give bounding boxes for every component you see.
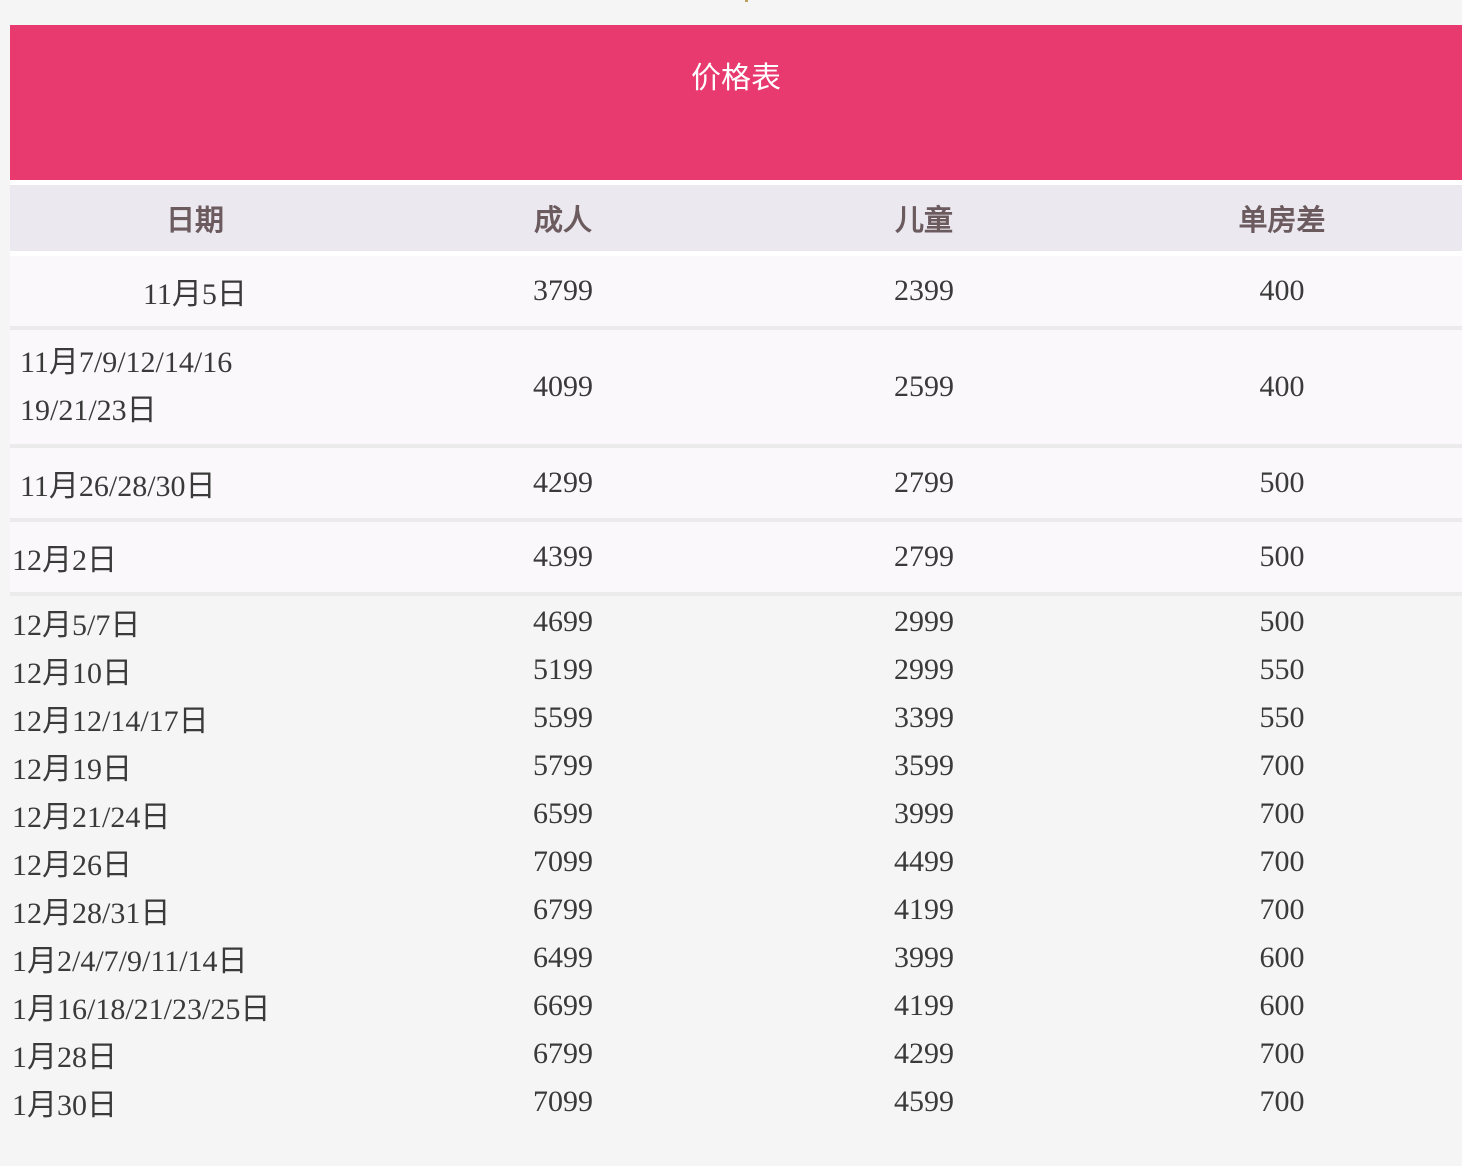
- table-row: 1月16/18/21/23/25日 6699 4199 600: [10, 982, 1462, 1030]
- date-cell: 1月2/4/7/9/11/14日: [12, 945, 248, 978]
- adult-price: 6599: [533, 797, 593, 830]
- date-line: 19/21/23日: [20, 394, 157, 427]
- table-row: 12月2日 4399 2799 500: [10, 522, 1462, 592]
- child-price: 3599: [894, 749, 954, 782]
- child-price: 3999: [894, 797, 954, 830]
- child-price: 2799: [894, 540, 954, 573]
- table-row: 1月30日 7099 4599 700: [10, 1078, 1462, 1126]
- adult-price: 6799: [533, 1037, 593, 1070]
- date-cell: 11月26/28/30日: [20, 470, 216, 503]
- single-supplement: 600: [1259, 941, 1305, 974]
- price-table-page: 价格表 日期 成人 儿童 单房差 11月5日 3799 2399 400 11月…: [10, 0, 1462, 1166]
- date-cell: 12月21/24日: [12, 801, 171, 834]
- date-cell: 12月26日: [12, 849, 132, 882]
- date-cell: 12月5/7日: [12, 609, 141, 642]
- child-price: 4499: [894, 845, 954, 878]
- adult-price: 6699: [533, 989, 593, 1022]
- header-single-supplement: 单房差: [1238, 203, 1326, 237]
- date-line: 11月7/9/12/14/16: [20, 346, 233, 379]
- single-supplement: 400: [1259, 370, 1305, 403]
- adult-price: 4699: [533, 605, 593, 638]
- plain-rows: 12月5/7日 4699 2999 500 12月10日 5199 2999 5…: [10, 596, 1462, 1126]
- table-row: 12月28/31日 6799 4199 700: [10, 886, 1462, 934]
- date-cell: 12月10日: [12, 657, 132, 690]
- price-table-title: 价格表: [10, 25, 1462, 180]
- header-child: 儿童: [894, 203, 953, 237]
- date-cell: 11月5日: [143, 278, 247, 311]
- child-price: 3999: [894, 941, 954, 974]
- single-supplement: 550: [1259, 701, 1305, 734]
- single-supplement: 500: [1259, 466, 1305, 499]
- adult-price: 3799: [533, 274, 593, 307]
- adult-price: 5199: [533, 653, 593, 686]
- child-price: 4199: [894, 989, 954, 1022]
- date-cell: 12月12/14/17日: [12, 705, 209, 738]
- header-adult: 成人: [533, 203, 592, 237]
- adult-price: 7099: [533, 845, 593, 878]
- header-date: 日期: [165, 203, 224, 237]
- child-price: 4199: [894, 893, 954, 926]
- single-supplement: 500: [1259, 605, 1305, 638]
- child-price: 2799: [894, 466, 954, 499]
- table-row: 1月28日 6799 4299 700: [10, 1030, 1462, 1078]
- child-price: 4599: [894, 1085, 954, 1118]
- adult-price: 6799: [533, 893, 593, 926]
- single-supplement: 700: [1259, 845, 1305, 878]
- date-cell: 11月7/9/12/14/16 19/21/23日: [10, 330, 380, 444]
- table-row: 11月5日 3799 2399 400: [10, 256, 1462, 326]
- date-cell: 1月16/18/21/23/25日: [12, 993, 271, 1026]
- table-row: 11月26/28/30日 4299 2799 500: [10, 448, 1462, 518]
- table-row: 12月21/24日 6599 3999 700: [10, 790, 1462, 838]
- single-supplement: 600: [1259, 989, 1305, 1022]
- child-price: 3399: [894, 701, 954, 734]
- single-supplement: 500: [1259, 540, 1305, 573]
- child-price: 2399: [894, 274, 954, 307]
- single-supplement: 700: [1259, 893, 1305, 926]
- table-row: 12月5/7日 4699 2999 500: [10, 598, 1462, 646]
- date-cell: 12月28/31日: [12, 897, 171, 930]
- single-supplement: 700: [1259, 797, 1305, 830]
- child-price: 2999: [894, 605, 954, 638]
- table-row: 12月19日 5799 3599 700: [10, 742, 1462, 790]
- single-supplement: 700: [1259, 1085, 1305, 1118]
- adult-price: 5799: [533, 749, 593, 782]
- child-price: 2999: [894, 653, 954, 686]
- date-cell: 1月30日: [12, 1089, 117, 1122]
- table-row: 12月12/14/17日 5599 3399 550: [10, 694, 1462, 742]
- adult-price: 4299: [533, 466, 593, 499]
- single-supplement: 400: [1259, 274, 1305, 307]
- date-cell: 1月28日: [12, 1041, 117, 1074]
- adult-price: 4099: [533, 370, 593, 403]
- adult-price: 5599: [533, 701, 593, 734]
- child-price: 2599: [894, 370, 954, 403]
- date-cell: 12月19日: [12, 753, 132, 786]
- table-header: 日期 成人 儿童 单房差: [10, 185, 1462, 251]
- single-supplement: 550: [1259, 653, 1305, 686]
- table-row: 12月26日 7099 4499 700: [10, 838, 1462, 886]
- adult-price: 6499: [533, 941, 593, 974]
- adult-price: 4399: [533, 540, 593, 573]
- single-supplement: 700: [1259, 749, 1305, 782]
- table-row: 1月2/4/7/9/11/14日 6499 3999 600: [10, 934, 1462, 982]
- table-row: 12月10日 5199 2999 550: [10, 646, 1462, 694]
- adult-price: 7099: [533, 1085, 593, 1118]
- date-cell: 12月2日: [12, 544, 117, 577]
- table-row: 11月7/9/12/14/16 19/21/23日 4099 2599 400: [10, 330, 1462, 444]
- decorative-mark: [745, 0, 748, 2]
- single-supplement: 700: [1259, 1037, 1305, 1070]
- top-gap: [10, 0, 1462, 25]
- child-price: 4299: [894, 1037, 954, 1070]
